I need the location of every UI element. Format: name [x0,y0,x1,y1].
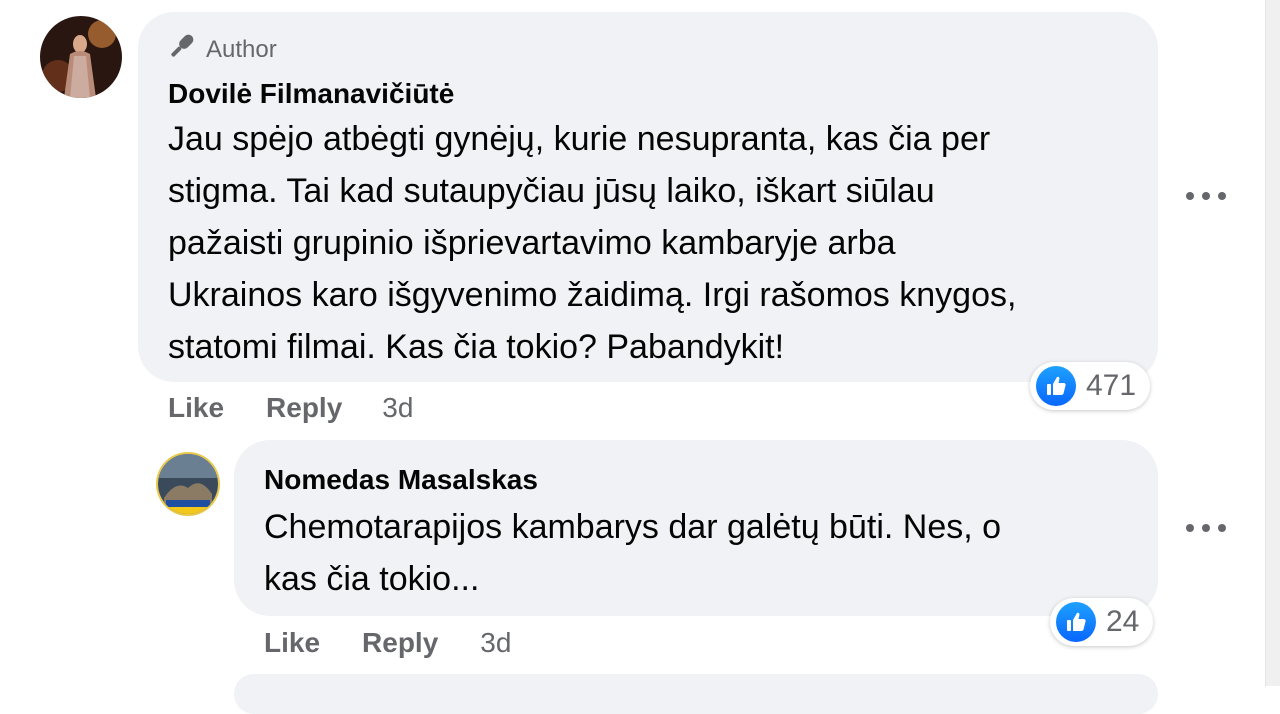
comment-text-line: Jau spėjo atbėgti gynėjų, kurie nesupran… [168,120,991,158]
reply-text-line: Chemotarapijos kambarys dar galėtų būti.… [264,508,1002,546]
reply-like-button[interactable]: Like [264,627,320,659]
like-button[interactable]: Like [168,392,224,424]
next-reply-bubble [234,674,1158,714]
comment-text-line: pažaisti grupinio išprievartavimo kambar… [168,224,896,262]
reaction-summary[interactable]: 471 [1030,362,1151,410]
author-badge: Author [166,30,277,69]
comment-text-line: Ukrainos karo išgyvenimo žaidimą. Irgi r… [168,276,1017,314]
reply-button[interactable]: Reply [266,392,342,424]
comment-author-name[interactable]: Dovilė Filmanavičiūtė [168,78,454,110]
reply-timestamp[interactable]: 3d [480,627,511,659]
more-options-icon[interactable] [1186,186,1226,206]
author-avatar[interactable] [40,16,122,98]
page-scrollbar[interactable] [1265,0,1280,686]
reply-author-name[interactable]: Nomedas Masalskas [264,464,538,496]
like-reaction-icon [1036,366,1076,406]
reply-reaction-summary[interactable]: 24 [1050,598,1154,646]
reply-reply-button[interactable]: Reply [362,627,438,659]
comment-text-line: stigma. Tai kad sutaupyčiau jūsų laiko, … [168,172,935,210]
reply-reaction-count: 24 [1106,605,1140,638]
comment-actions: Like Reply 3d [168,392,413,424]
comment-text-line: statomi filmai. Kas čia tokio? Pabandyki… [168,328,785,366]
comment-timestamp[interactable]: 3d [382,392,413,424]
author-badge-label: Author [206,35,277,63]
microphone-icon [166,30,198,69]
reply-actions: Like Reply 3d [264,627,511,659]
reply-text: Chemotarapijos kambarys dar galėtų būti.… [264,501,1001,605]
reaction-count: 471 [1086,369,1137,402]
reply-author-avatar[interactable] [158,454,218,514]
reply-more-options-icon[interactable] [1186,518,1226,538]
comment-text: Jau spėjo atbėgti gynėjų, kurie nesupran… [168,113,1016,373]
reply-text-line: kas čia tokio... [264,560,480,598]
like-reaction-icon [1056,602,1096,642]
